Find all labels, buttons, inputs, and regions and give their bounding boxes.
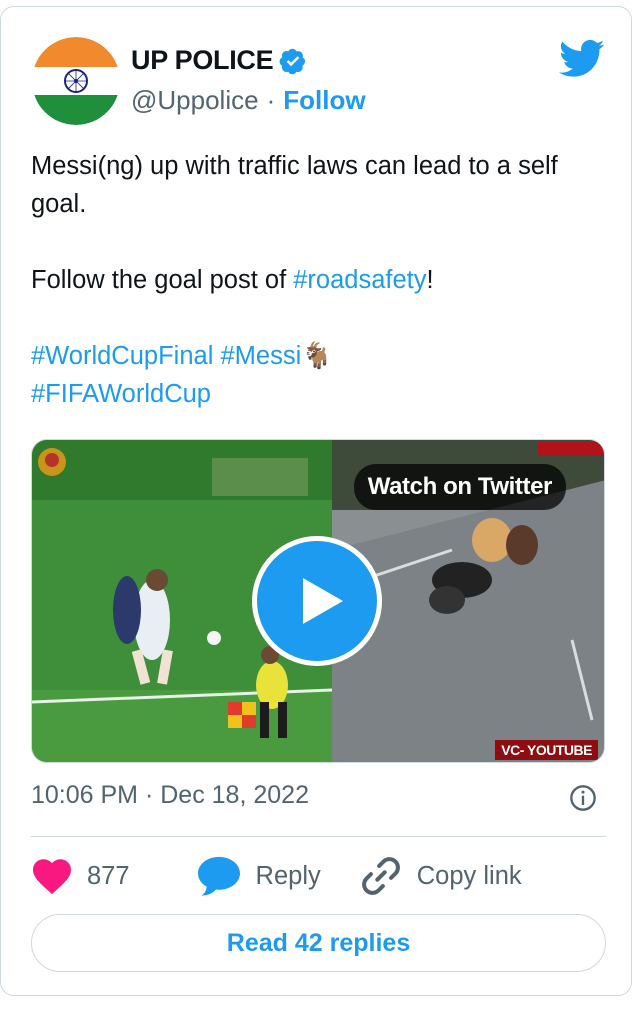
- tweet-line-4: #FIFAWorldCup: [31, 375, 611, 413]
- tweet-line-2: Follow the goal post of #roadsafety!: [31, 261, 611, 299]
- tweet-line-3: #WorldCupFinal #Messi🐐: [31, 337, 611, 375]
- author-handle-row: @Uppolice · Follow: [131, 85, 366, 116]
- hashtag-worldcupfinal[interactable]: #WorldCupFinal: [31, 342, 213, 370]
- like-count: 877: [87, 861, 130, 890]
- tweet-line-2-suffix: !: [426, 266, 434, 294]
- like-button[interactable]: 877: [31, 857, 130, 895]
- watch-on-twitter-button[interactable]: Watch on Twitter: [353, 464, 566, 510]
- play-icon: [303, 578, 343, 624]
- separator: ·: [266, 85, 276, 115]
- read-replies-button[interactable]: Read 42 replies: [31, 914, 606, 972]
- author-name[interactable]: UP POLICE: [131, 45, 274, 76]
- heart-icon: [33, 859, 71, 895]
- timestamp-separator: ·: [144, 781, 154, 809]
- copy-link-label: Copy link: [416, 861, 522, 890]
- reply-bubble-icon: [197, 856, 240, 896]
- divider: [31, 836, 606, 837]
- tweet-timestamp[interactable]: 10:06 PM · Dec 18, 2022: [31, 781, 309, 810]
- author-handle[interactable]: @Uppolice: [131, 85, 259, 116]
- goat-emoji: 🐐: [301, 342, 334, 370]
- tweet-line-1: Messi(ng) up with traffic laws can lead …: [31, 152, 558, 218]
- tweet-time: 10:06 PM: [31, 781, 139, 809]
- verified-badge-icon: [279, 47, 307, 75]
- info-icon[interactable]: [569, 784, 597, 812]
- author-name-row[interactable]: UP POLICE: [131, 45, 307, 76]
- tweet-text: Messi(ng) up with traffic laws can lead …: [31, 147, 611, 413]
- hashtag-messi[interactable]: #Messi: [220, 342, 301, 370]
- tweet-date: Dec 18, 2022: [160, 781, 309, 809]
- copy-link-button[interactable]: Copy link: [359, 854, 522, 898]
- twitter-bird-icon[interactable]: [559, 39, 605, 79]
- hashtag-fifaworldcup[interactable]: #FIFAWorldCup: [31, 380, 211, 408]
- play-button[interactable]: [252, 536, 382, 666]
- tweet-card: UP POLICE @Uppolice · Follow Messi(ng) u…: [0, 6, 632, 996]
- action-bar: 877 Reply Copy link: [31, 853, 522, 899]
- video-thumbnail[interactable]: Watch on Twitter VC- YOUTUBE: [31, 439, 605, 763]
- tweet-line-2-prefix: Follow the goal post of: [31, 266, 294, 294]
- hashtag-roadsafety[interactable]: #roadsafety: [293, 266, 426, 294]
- avatar[interactable]: [32, 37, 120, 125]
- reply-button[interactable]: Reply: [196, 855, 321, 897]
- follow-button[interactable]: Follow: [283, 85, 365, 116]
- reply-label: Reply: [255, 861, 321, 890]
- video-source-label: VC- YOUTUBE: [495, 740, 598, 760]
- link-icon: [361, 857, 400, 895]
